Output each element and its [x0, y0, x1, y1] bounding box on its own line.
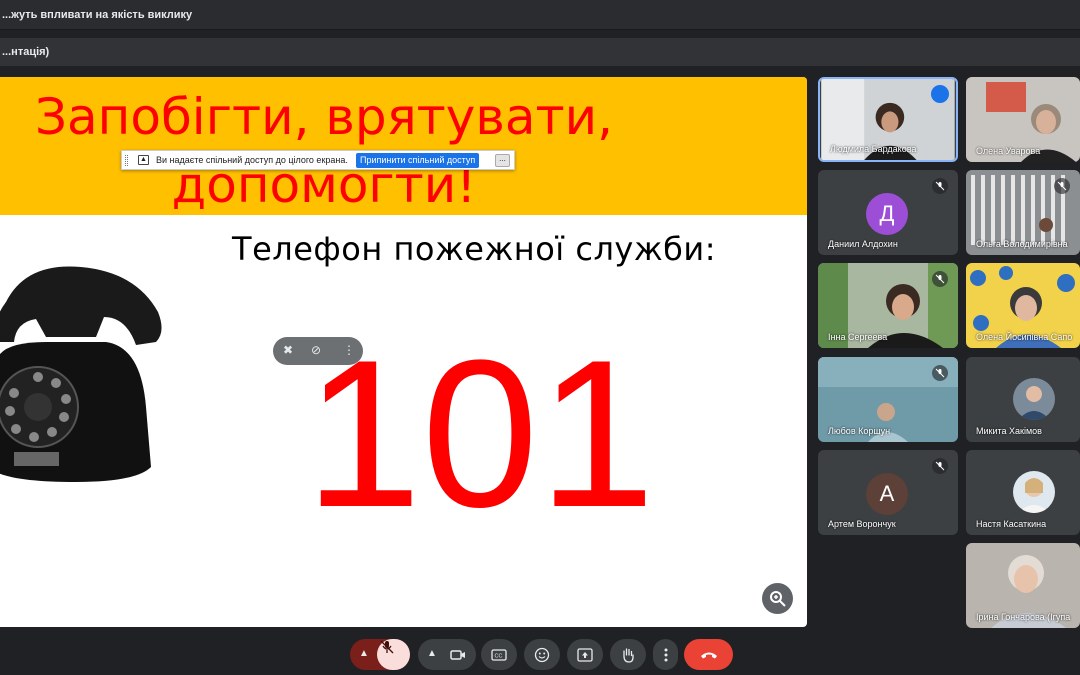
participant-name: Микита Хакімов: [976, 426, 1042, 436]
muted-icon: [932, 271, 948, 287]
zoom-in-icon: [770, 591, 786, 607]
participant-name: Ольга Володимирівна: [976, 239, 1068, 249]
raise-hand-button[interactable]: [610, 639, 646, 670]
present-screen-icon: [577, 647, 593, 662]
participant-tile[interactable]: Ольга Володимирівна: [966, 170, 1080, 255]
drag-handle[interactable]: [125, 155, 128, 166]
participant-tile[interactable]: Олена Йосипівна Сапо: [966, 263, 1080, 348]
microphone-button[interactable]: [377, 639, 410, 670]
presentation-bar: ...нтація): [0, 38, 1080, 66]
participant-tile[interactable]: Людмила Бардакова: [818, 77, 958, 162]
chevron-up-icon[interactable]: ▲: [427, 648, 437, 659]
svg-text:CC: CC: [495, 653, 503, 659]
hand-icon: [623, 647, 634, 663]
screen-share-banner: ▲ Ви надаєте спільний доступ до цілого е…: [121, 150, 515, 170]
mic-off-icon: [380, 640, 394, 654]
reactions-button[interactable]: [524, 639, 560, 670]
more-options-button[interactable]: [653, 639, 678, 670]
participant-name: Олена Уварова: [976, 146, 1041, 156]
captions-icon: CC: [491, 648, 507, 661]
participant-tile[interactable]: Інна Сергеева: [818, 263, 958, 348]
mute-audio-icon[interactable]: ⊘: [311, 343, 321, 357]
present-button[interactable]: [567, 639, 603, 670]
participant-name: Артем Ворончук: [828, 519, 896, 529]
avatar: А: [866, 473, 908, 515]
hang-up-icon: [700, 652, 717, 658]
participant-photo: [1013, 378, 1055, 420]
window-title: ...жуть впливати на якість виклику: [2, 9, 193, 21]
participant-name: Людмила Бардакова: [830, 144, 917, 154]
more-vert-icon: [664, 648, 667, 661]
participant-tile[interactable]: Д Даниил Алдохин: [818, 170, 958, 255]
participant-name: Ірина Гончарова (Ігупа: [976, 612, 1071, 622]
chevron-up-icon[interactable]: ▲: [359, 648, 369, 659]
avatar: Д: [866, 193, 908, 235]
slide-subtitle: Телефон пожежної служби:: [232, 230, 716, 268]
share-message: Ви надаєте спільний доступ до цілого екр…: [156, 155, 348, 165]
call-controls: ▲ ▲ CC: [0, 632, 1080, 675]
participant-name: Настя Касаткина: [976, 519, 1047, 529]
rotary-phone-image: [0, 266, 162, 482]
stop-sharing-button[interactable]: Припинити спільний доступ: [356, 153, 480, 168]
hide-banner-button[interactable]: ...: [495, 154, 510, 167]
camera-group: ▲: [418, 639, 476, 670]
pin-icon[interactable]: ✖: [283, 343, 293, 357]
participant-name: Інна Сергеева: [828, 332, 888, 342]
emoji-icon: [534, 647, 550, 662]
leave-call-button[interactable]: [684, 639, 733, 670]
camera-icon[interactable]: [450, 649, 466, 661]
participant-name: Олена Йосипівна Сапо: [976, 332, 1073, 342]
microphone-group: ▲: [350, 639, 410, 670]
participant-tile[interactable]: Микита Хакімов: [966, 357, 1080, 442]
participant-photo: [1013, 471, 1055, 513]
participant-name: Даниил Алдохин: [828, 239, 898, 249]
more-options-icon[interactable]: ⋮: [343, 343, 355, 357]
share-screen-icon: ▲: [138, 155, 149, 165]
window-title-bar: ...жуть впливати на якість виклику: [0, 0, 1080, 30]
participant-tile[interactable]: А Артем Ворончук: [818, 450, 958, 535]
shared-screen: Запобігти, врятувати, допомогти! ▲ Ви на…: [0, 77, 807, 627]
speaking-indicator: [931, 85, 949, 103]
participant-name: Любов Коршун: [828, 426, 891, 436]
muted-icon: [932, 178, 948, 194]
captions-button[interactable]: CC: [481, 639, 517, 670]
muted-icon: [932, 365, 948, 381]
tile-controls: ✖ ⊘ ⋮: [273, 337, 363, 365]
participant-tile[interactable]: Олена Уварова: [966, 77, 1080, 162]
presentation-title: ...нтація): [2, 46, 50, 58]
participant-tile[interactable]: Ірина Гончарова (Ігупа: [966, 543, 1080, 628]
zoom-button[interactable]: [762, 583, 793, 614]
participant-tile[interactable]: Настя Касаткина: [966, 450, 1080, 535]
muted-icon: [932, 458, 948, 474]
muted-icon: [1054, 178, 1070, 194]
participant-tile[interactable]: Любов Коршун: [818, 357, 958, 442]
